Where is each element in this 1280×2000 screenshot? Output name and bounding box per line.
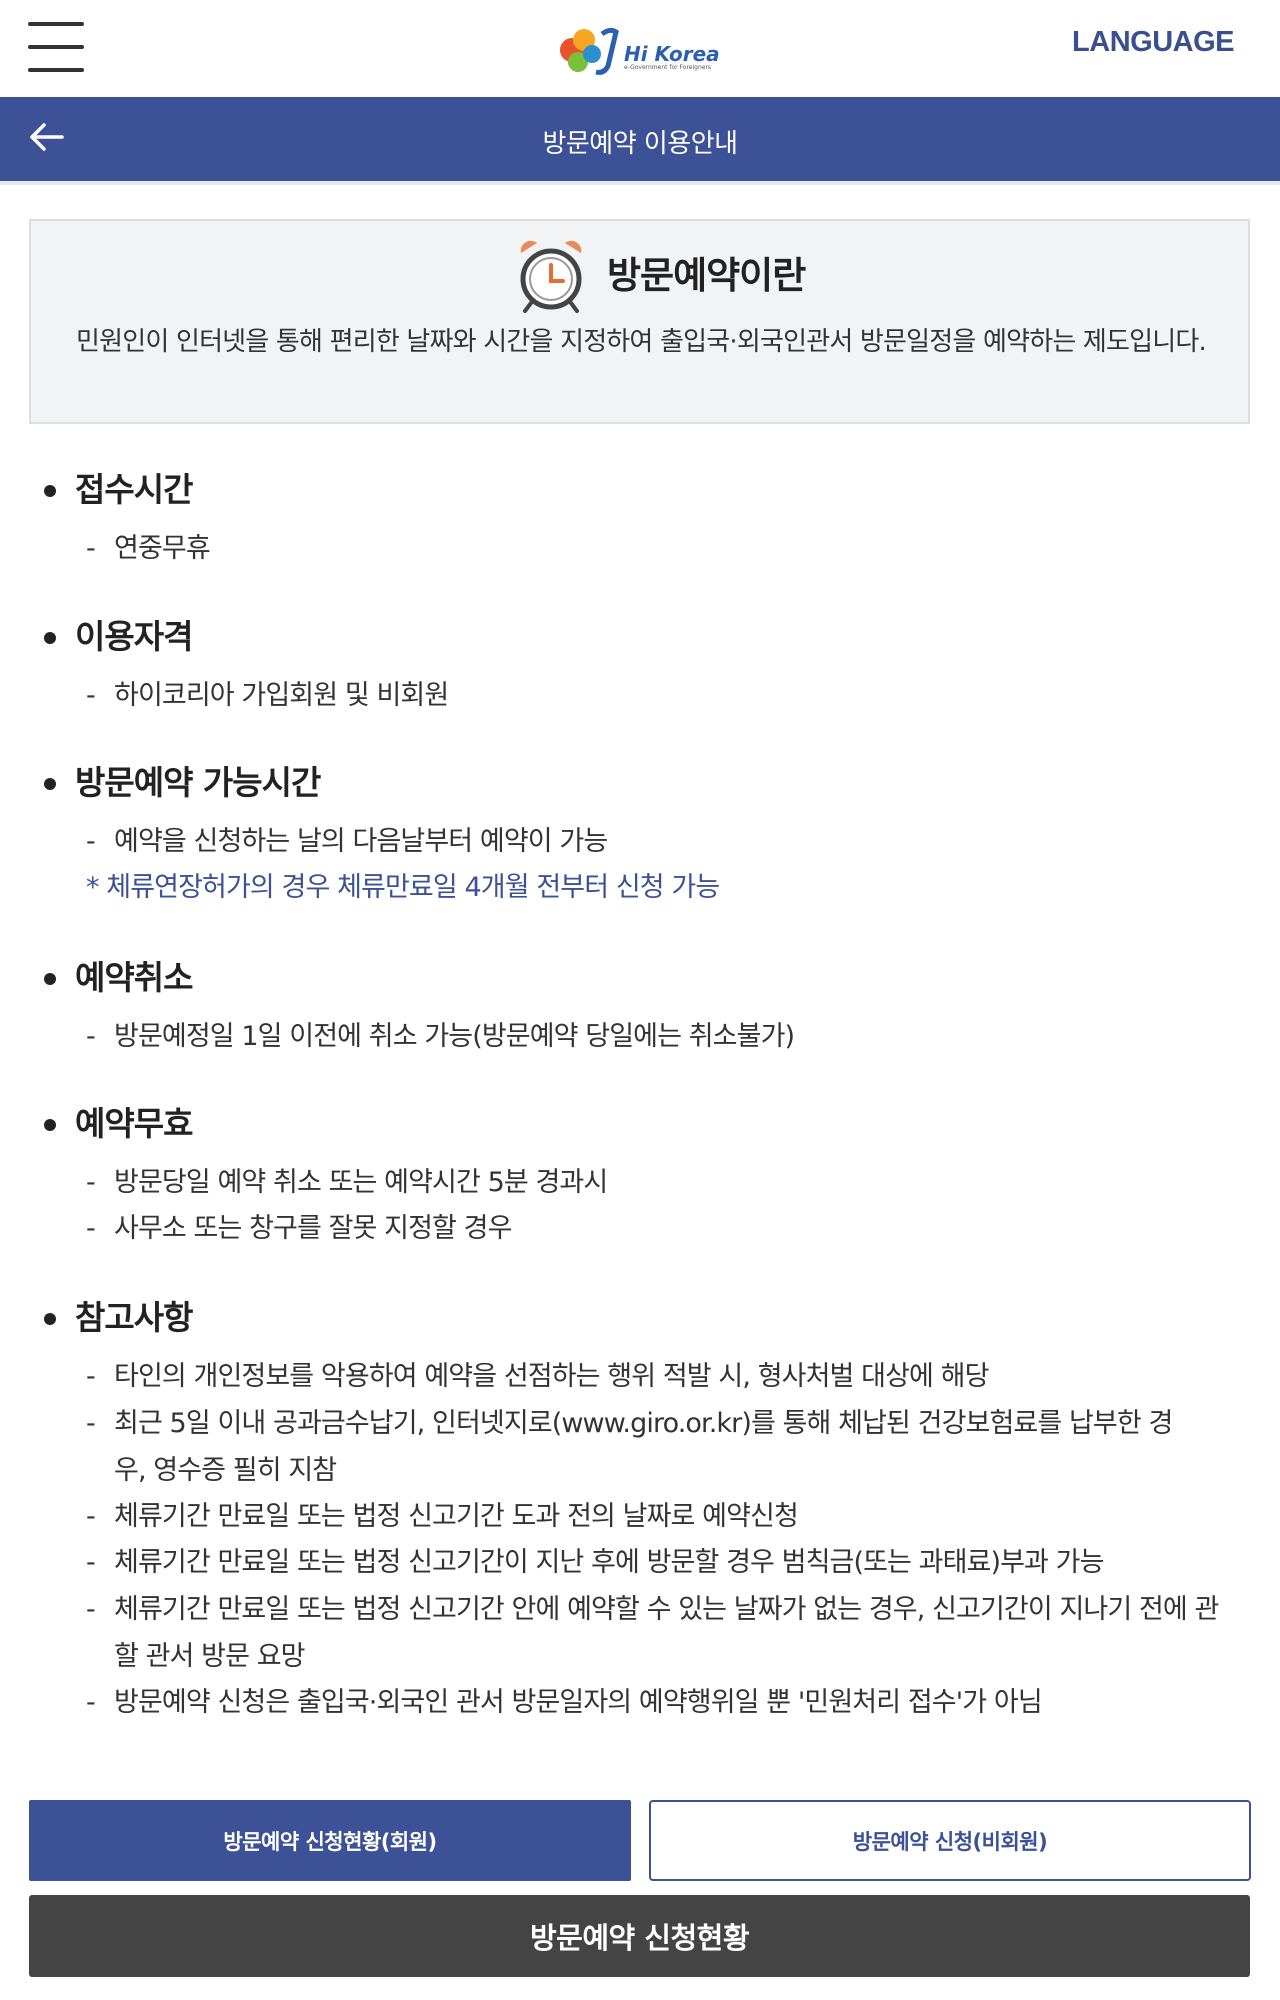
list-item: - 사무소 또는 창구를 잘못 지정할 경우: [86, 1213, 512, 1244]
logo-mark-icon: [560, 27, 619, 75]
top-header: Hi Korea e-Government for Foreigners LAN…: [0, 0, 1280, 97]
bullet-dot: [44, 485, 56, 497]
list-item: - 방문예약 신청은 출입국·외국인 관서 방문일자의 예약행위일 뿐 '민원처리…: [86, 1687, 1043, 1718]
bullet-dot: [44, 632, 56, 644]
list-item: - 방문예정일 1일 이전에 취소 가능(방문예약 당일에는 취소불가): [86, 1021, 795, 1052]
intro-title: 방문예약이란: [607, 254, 806, 297]
section-title: 예약무효: [75, 1104, 193, 1143]
section-reception-hours: 접수시간 - 연중무휴: [42, 468, 1242, 572]
section-title: 이용자격: [75, 617, 193, 656]
alarm-clock-icon: [520, 240, 582, 313]
list-item: - 체류기간 만료일 또는 법정 신고기간 안에 예약할 수 있는 날짜가 없는 …: [86, 1594, 1219, 1672]
list-item: - 체류기간 만료일 또는 법정 신고기간이 지난 후에 방문할 경우 범칙금(또…: [86, 1547, 1104, 1578]
section-available-time: 방문예약 가능시간 - 예약을 신청하는 날의 다음날부터 예약이 가능 * 체류…: [42, 761, 1242, 911]
logo-text: Hi Korea: [624, 42, 720, 66]
section-notes: 참고사항 - 타인의 개인정보를 악용하여 예약을 선점하는 행위 적발 시, 형…: [42, 1296, 1242, 1726]
logo-subtitle: e-Government for Foreigners: [624, 64, 712, 71]
language-button[interactable]: LANGUAGE: [1072, 26, 1234, 59]
list-item: - 예약을 신청하는 날의 다음날부터 예약이 가능: [86, 826, 608, 857]
bullet-dot: [44, 778, 56, 790]
list-item: - 방문당일 예약 취소 또는 예약시간 5분 경과시: [86, 1167, 608, 1198]
page-title-bar: 방문예약 이용안내: [0, 97, 1280, 185]
section-title: 접수시간: [75, 470, 193, 509]
intro-description: 민원인이 인터넷을 통해 편리한 날짜와 시간을 지정하여 출입국·외국인관서 …: [76, 327, 1207, 357]
intro-box: 방문예약이란 민원인이 인터넷을 통해 편리한 날짜와 시간을 지정하여 출입국…: [29, 219, 1250, 424]
extension-note: * 체류연장허가의 경우 체류만료일 4개월 전부터 신청 가능: [86, 872, 720, 903]
section-eligibility: 이용자격 - 하이코리아 가입회원 및 비회원: [42, 615, 1242, 719]
nonmember-apply-button[interactable]: 방문예약 신청(비회원): [649, 1800, 1251, 1881]
hikorea-logo[interactable]: Hi Korea e-Government for Foreigners: [558, 20, 728, 76]
list-item: - 하이코리아 가입회원 및 비회원: [86, 680, 449, 711]
section-title: 방문예약 가능시간: [75, 763, 321, 802]
hamburger-menu-icon[interactable]: [28, 22, 84, 72]
bullet-dot: [44, 1313, 56, 1325]
member-status-button[interactable]: 방문예약 신청현황(회원): [29, 1800, 631, 1881]
bullet-dot: [44, 973, 56, 985]
section-title: 예약취소: [75, 958, 193, 997]
section-cancellation: 예약취소 - 방문예정일 1일 이전에 취소 가능(방문예약 당일에는 취소불가): [42, 956, 1242, 1060]
page-title: 방문예약 이용안내: [542, 129, 738, 159]
list-item: - 체류기간 만료일 또는 법정 신고기간 도과 전의 날짜로 예약신청: [86, 1501, 799, 1532]
list-item: - 타인의 개인정보를 악용하여 예약을 선점하는 행위 적발 시, 형사처벌 대…: [86, 1361, 989, 1392]
list-item: - 최근 5일 이내 공과금수납기, 인터넷지로(www.giro.or.kr)를…: [86, 1408, 1173, 1486]
application-status-button[interactable]: 방문예약 신청현황: [29, 1895, 1250, 1977]
list-item: - 연중무휴: [86, 533, 211, 564]
section-invalidation: 예약무효 - 방문당일 예약 취소 또는 예약시간 5분 경과시 - 사무소 또는 …: [42, 1102, 1242, 1252]
bullet-dot: [44, 1119, 56, 1131]
section-title: 참고사항: [75, 1298, 193, 1337]
